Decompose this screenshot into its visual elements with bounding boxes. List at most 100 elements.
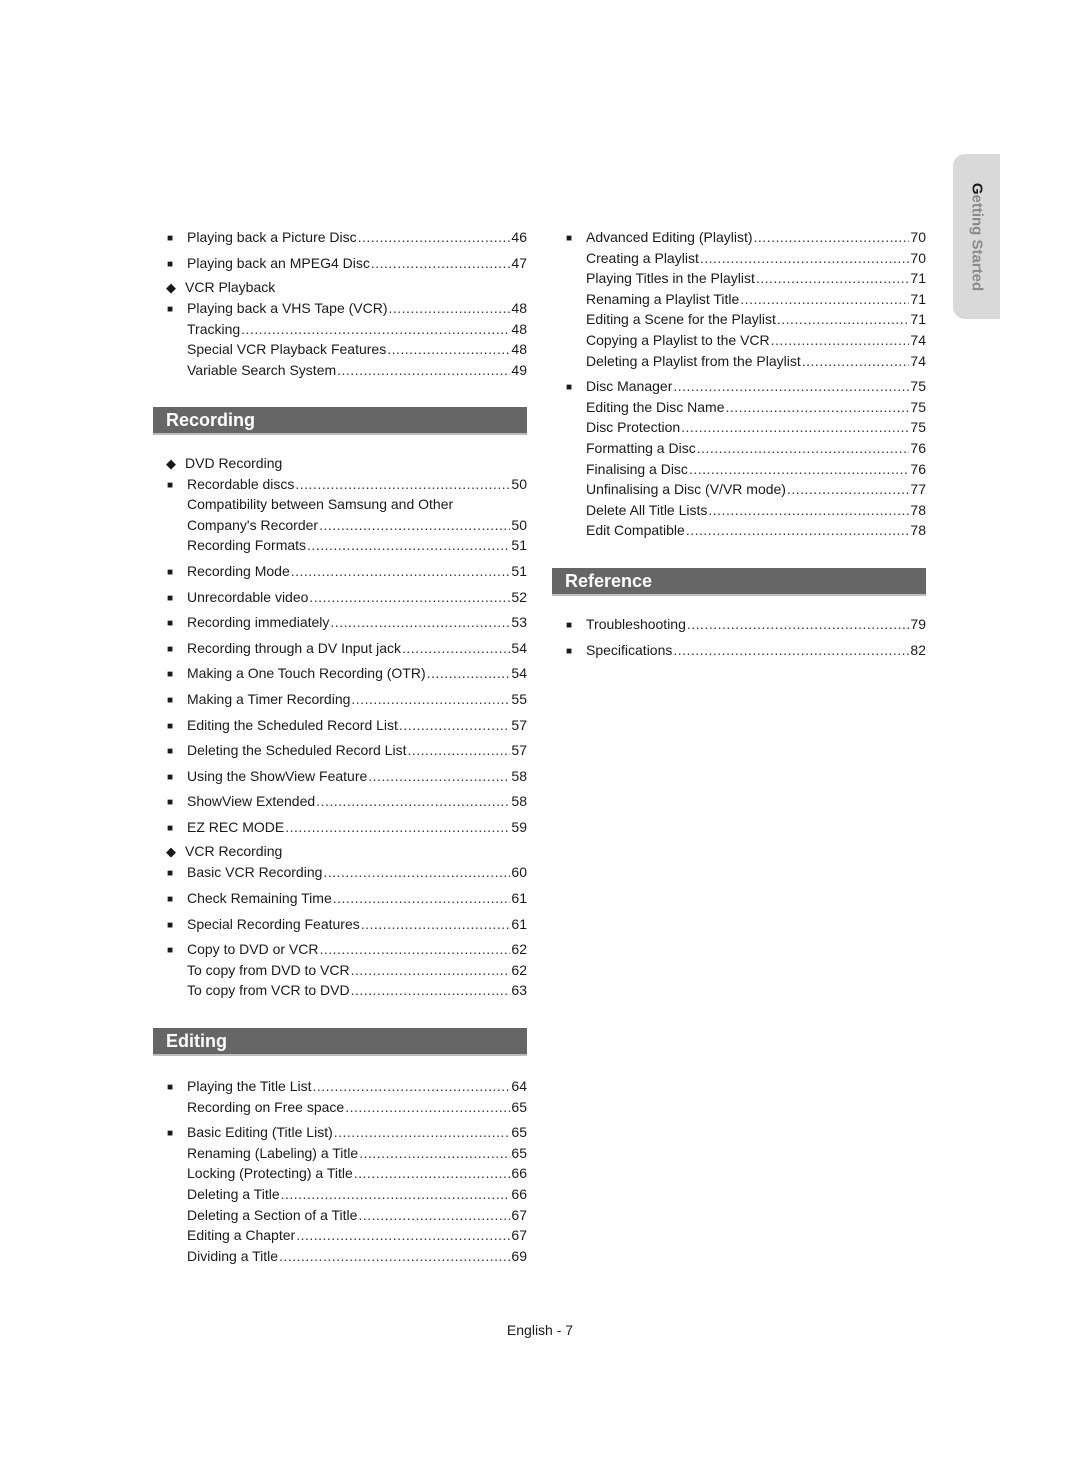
entry-title: ShowView Extended — [187, 793, 316, 810]
square-bullet-icon: ■ — [166, 1082, 174, 1094]
dot-leader — [354, 1163, 511, 1184]
entry-title: Copy to DVD or VCR — [187, 941, 319, 958]
toc-entry[interactable]: ■ Deleting the Scheduled Record List 57 — [153, 740, 527, 761]
toc-entry[interactable]: ■ Basic Editing (Title List) 65 — [153, 1122, 527, 1143]
toc-entry[interactable]: Unfinalising a Disc (V/VR mode) 77 — [552, 479, 926, 500]
square-bullet-icon: ■ — [166, 618, 174, 630]
toc-entry[interactable]: Delete All Title Lists 78 — [552, 500, 926, 521]
dot-leader — [351, 960, 511, 981]
toc-entry[interactable]: Deleting a Section of a Title 67 — [153, 1205, 527, 1226]
entry-page-number: 70 — [910, 229, 926, 245]
entry-page-number: 57 — [511, 716, 527, 733]
toc-entry[interactable]: ■ Special Recording Features 61 — [153, 914, 527, 935]
entry-page-number: 59 — [511, 818, 527, 835]
entry-title: Editing the Disc Name — [586, 398, 725, 415]
getting-started-tab[interactable]: Getting Started — [953, 154, 1000, 319]
dot-leader — [689, 459, 909, 480]
entry-title: Advanced Editing (Playlist) — [586, 229, 753, 245]
toc-entry[interactable]: ■ Advanced Editing (Playlist) 70 — [552, 227, 926, 248]
entry-page-number: 60 — [511, 864, 527, 881]
toc-right-column: ■Advanced Editing (Playlist)70Creating a… — [552, 227, 926, 660]
toc-entry[interactable]: Finalising a Disc 76 — [552, 459, 926, 480]
toc-entry[interactable]: Editing a Scene for the Playlist 71 — [552, 309, 926, 330]
entry-page-number: 74 — [910, 352, 926, 369]
toc-entry[interactable]: To copy from DVD to VCR 62 — [153, 960, 527, 981]
toc-entry[interactable]: Renaming a Playlist Title 71 — [552, 289, 926, 310]
toc-entry[interactable]: Tracking 48 — [153, 319, 527, 340]
toc-entry[interactable]: ■ Making a Timer Recording 55 — [153, 689, 527, 710]
toc-entry[interactable]: Editing a Chapter 67 — [153, 1225, 527, 1246]
toc-entry[interactable]: Special VCR Playback Features 48 — [153, 339, 527, 360]
square-bullet-icon: ■ — [166, 592, 174, 604]
group-label: VCR Playback — [185, 279, 276, 296]
square-bullet-icon: ■ — [166, 894, 174, 906]
toc-list-reference: ■ Troubleshooting 79 ■ Specifications 82 — [552, 614, 926, 660]
entry-page-number: 75 — [910, 419, 926, 436]
dot-leader — [358, 227, 511, 248]
entry-page-number: 61 — [511, 915, 527, 932]
toc-entry[interactable]: Playing Titles in the Playlist 71 — [552, 268, 926, 289]
entry-title: Troubleshooting — [586, 615, 686, 632]
toc-entry[interactable]: Locking (Protecting) a Title 66 — [153, 1163, 527, 1184]
toc-entry[interactable]: ■ EZ REC MODE 59 — [153, 817, 527, 838]
toc-entry[interactable]: ■ Recording Mode 51 — [153, 561, 527, 582]
entry-title: Copying a Playlist to the VCR — [586, 331, 770, 348]
toc-entry[interactable]: Edit Compatible 78 — [552, 520, 926, 541]
toc-entry[interactable]: ■ Playing the Title List 64 — [153, 1076, 527, 1097]
entry-title: Recording through a DV Input jack — [187, 639, 402, 656]
square-bullet-icon: ■ — [166, 643, 174, 655]
toc-entry[interactable]: ■ Using the ShowView Feature 58 — [153, 766, 527, 787]
entry-title: Recording on Free space — [187, 1098, 345, 1115]
toc-entry[interactable]: ■ Specifications 82 — [552, 640, 926, 661]
toc-entry[interactable]: ■ Basic VCR Recording 60 — [153, 862, 527, 883]
toc-list-recording: ◆ DVD Recording ■ Recordable discs 50 Compati… — [153, 453, 527, 1001]
toc-entry[interactable]: Variable Search System 49 — [153, 360, 527, 381]
entry-title: Disc Manager — [586, 378, 673, 395]
entry-page-number: 54 — [511, 639, 527, 656]
toc-entry[interactable]: ■ ShowView Extended 58 — [153, 791, 527, 812]
toc-entry[interactable]: ■ Recording immediately 53 — [153, 612, 527, 633]
toc-entry[interactable]: ■ Recordable discs 50 — [153, 474, 527, 495]
entry-title: Special Recording Features — [187, 915, 360, 932]
toc-entry[interactable]: To copy from VCR to DVD 63 — [153, 980, 527, 1001]
toc-entry[interactable]: ■ Disc Manager 75 — [552, 376, 926, 397]
toc-entry[interactable]: ■ Playing back a Picture Disc 46 — [153, 227, 527, 248]
section-header-recording: Recording — [153, 406, 527, 435]
square-bullet-icon: ■ — [166, 233, 174, 244]
entry-page-number: 48 — [511, 341, 527, 358]
dot-leader — [673, 640, 909, 661]
toc-entry[interactable]: ■ Unrecordable video 52 — [153, 587, 527, 608]
toc-entry[interactable]: Dividing a Title 69 — [153, 1246, 527, 1267]
entry-title: Recording Formats — [187, 537, 307, 554]
toc-entry[interactable]: Company's Recorder 50 — [153, 515, 527, 536]
toc-entry[interactable]: Deleting a Title 66 — [153, 1184, 527, 1205]
toc-entry[interactable]: Formatting a Disc 76 — [552, 438, 926, 459]
section-header-reference: Reference — [552, 567, 926, 596]
toc-entry[interactable]: ■ Playing back an MPEG4 Disc 47 — [153, 253, 527, 274]
toc-entry[interactable]: Editing the Disc Name 75 — [552, 397, 926, 418]
toc-entry[interactable]: Renaming (Labeling) a Title 65 — [153, 1143, 527, 1164]
toc-entry[interactable]: Deleting a Playlist from the Playlist 74 — [552, 351, 926, 372]
toc-entry[interactable]: ■ Check Remaining Time 61 — [153, 888, 527, 909]
dot-leader — [407, 740, 510, 761]
toc-entry[interactable]: ■ Troubleshooting 79 — [552, 614, 926, 635]
toc-entry[interactable]: ■ Copy to DVD or VCR 62 — [153, 939, 527, 960]
toc-entry[interactable]: ■ Editing the Scheduled Record List 57 — [153, 715, 527, 736]
square-bullet-icon: ■ — [166, 822, 174, 834]
toc-entry[interactable]: ■ Playing back a VHS Tape (VCR) 48 — [153, 298, 527, 319]
toc-entry[interactable]: ■ Making a One Touch Recording (OTR) 54 — [153, 663, 527, 684]
dot-leader — [319, 515, 510, 536]
toc-list-editing: ■ Playing the Title List 64 Recording on Fr… — [153, 1076, 527, 1266]
toc-entry[interactable]: Copying a Playlist to the VCR 74 — [552, 330, 926, 351]
entry-title: Editing a Chapter — [187, 1227, 296, 1244]
toc-entry[interactable]: Recording on Free space 65 — [153, 1097, 527, 1118]
entry-page-number: 71 — [910, 311, 926, 328]
toc-entry[interactable]: ■ Recording through a DV Input jack 54 — [153, 638, 527, 659]
square-bullet-icon: ■ — [166, 945, 174, 957]
section-header-editing: Editing — [153, 1028, 527, 1057]
entry-page-number: 70 — [910, 249, 926, 266]
entry-title: Deleting a Title — [187, 1186, 280, 1202]
toc-entry[interactable]: Recording Formats 51 — [153, 535, 527, 556]
toc-entry[interactable]: Creating a Playlist 70 — [552, 248, 926, 269]
toc-entry[interactable]: Disc Protection 75 — [552, 417, 926, 438]
